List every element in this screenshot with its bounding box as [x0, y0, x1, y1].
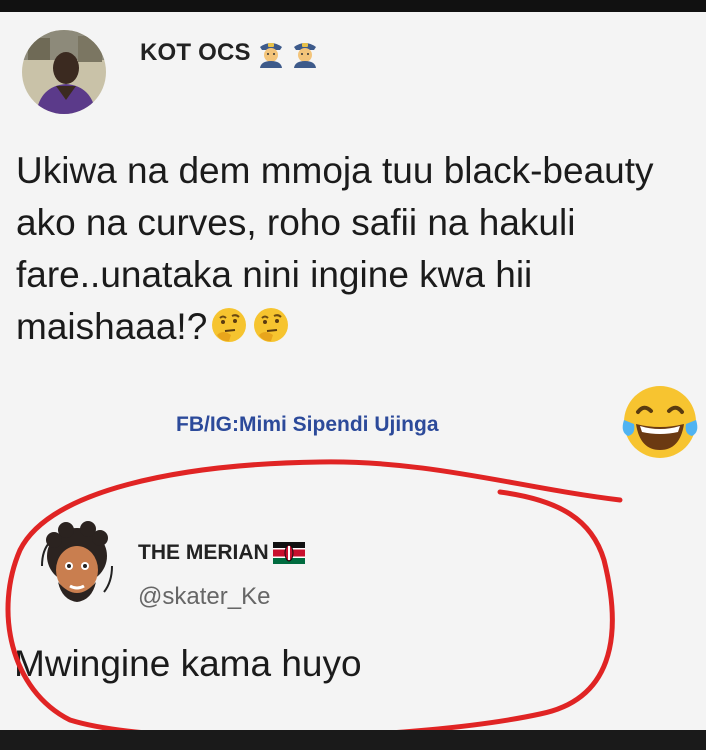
bottom-dark-band — [0, 730, 706, 750]
red-annotation-circle — [5, 459, 623, 741]
